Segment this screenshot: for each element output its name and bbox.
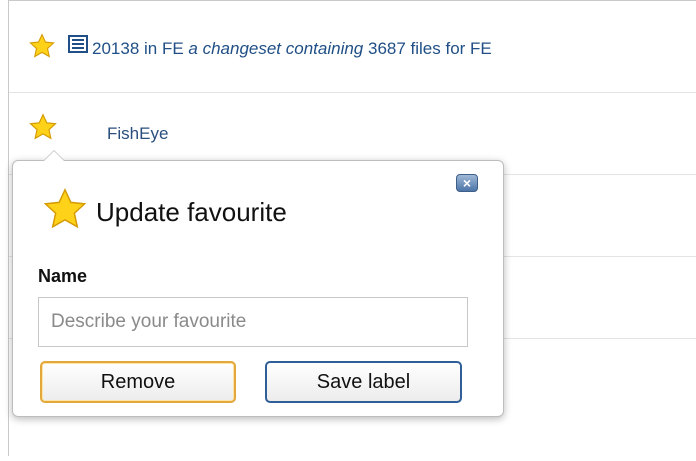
changeset-id: 20138 [92,39,140,58]
fisheye-link[interactable]: FishEye [107,124,168,144]
star-icon [43,187,87,236]
star-icon[interactable] [29,113,57,141]
changeset-repo: in FE [139,39,189,58]
dialog-title: Update favourite [96,197,287,227]
star-icon[interactable] [29,33,55,59]
name-label: Name [38,266,88,286]
changeset-file-count: 3687 files for FE [363,39,492,58]
dialog-pointer-fill [44,151,64,161]
name-input[interactable] [38,297,468,347]
changeset-link[interactable]: 20138 in FE a changeset containing 3687 … [92,39,492,59]
changeset-doc-icon [68,35,88,53]
remove-button[interactable]: Remove [40,361,236,403]
close-icon[interactable]: × [456,174,478,192]
changeset-description: a changeset containing [188,39,364,58]
save-label-button[interactable]: Save label [265,361,462,403]
update-favourite-dialog: × Update favourite Name Remove Save labe… [12,150,504,417]
